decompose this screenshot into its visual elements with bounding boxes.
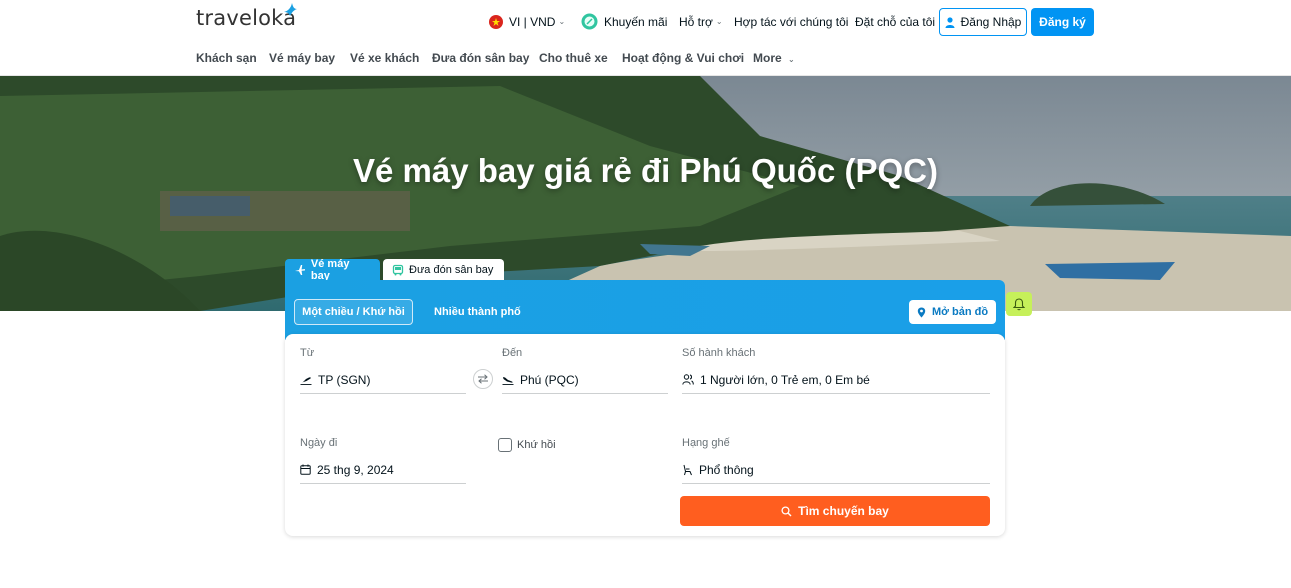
search-flights-label: Tìm chuyến bay [798, 504, 889, 518]
promotions-link[interactable]: Khuyến mãi [581, 8, 667, 35]
top-header: traveloka VI | VND ⌄ Khuyến mãi Hỗ trợ ⌄… [0, 0, 1291, 76]
user-icon [945, 16, 955, 28]
nav-item-airport-transfer[interactable]: Đưa đón sân bay [432, 51, 529, 67]
depart-date-label: Ngày đi [300, 437, 338, 449]
tab-airport-label: Đưa đón sân bay [409, 263, 494, 276]
to-label: Đến [502, 347, 523, 359]
partner-label: Hợp tác với chúng tôi [734, 14, 849, 29]
tab-flights[interactable]: Vé máy bay [285, 257, 380, 282]
register-button[interactable]: Đăng ký [1031, 8, 1094, 36]
support-menu[interactable]: Hỗ trợ ⌄ [679, 8, 723, 35]
return-label: Khứ hồi [517, 439, 556, 451]
hero-banner: Vé máy bay giá rẻ đi Phú Quốc (PQC) [0, 76, 1291, 311]
from-value: TP (SGN) [318, 372, 371, 387]
bird-logo-icon [284, 3, 297, 16]
seat-class-field[interactable]: Phổ thông [682, 456, 990, 484]
partner-link[interactable]: Hợp tác với chúng tôi [734, 8, 848, 35]
bookings-label: Đặt chỗ của tôi [855, 14, 936, 29]
chevron-down-icon: ⌄ [788, 55, 795, 64]
open-map-label: Mở bản đồ [931, 306, 989, 318]
departure-plane-icon [300, 376, 312, 385]
nav-item-bus[interactable]: Vé xe khách [350, 51, 419, 67]
from-label: Từ [300, 347, 315, 359]
to-value: Phú (PQC) [520, 372, 579, 387]
nav-item-flights[interactable]: Vé máy bay [269, 51, 335, 67]
to-field[interactable]: Phú (PQC) [502, 366, 668, 394]
nav-item-car-rental[interactable]: Cho thuê xe [539, 51, 608, 67]
oneway-roundtrip-button[interactable]: Một chiều / Khứ hồi [294, 299, 413, 325]
seat-class-label: Hạng ghế [682, 437, 730, 449]
tab-flights-label: Vé máy bay [310, 257, 350, 282]
multi-city-button[interactable]: Nhiều thành phố [434, 306, 521, 318]
chevron-down-icon: ⌄ [715, 17, 723, 26]
nav-item-hotels[interactable]: Khách sạn [196, 51, 257, 67]
swap-icon [478, 374, 488, 384]
locale-label: VI | VND [509, 14, 556, 29]
traveloka-logo[interactable]: traveloka [196, 3, 297, 30]
depart-date-value: 25 thg 9, 2024 [317, 462, 394, 477]
chevron-down-icon: ⌄ [558, 17, 566, 26]
seat-class-value: Phổ thông [699, 462, 754, 477]
from-field[interactable]: TP (SGN) [300, 366, 466, 394]
more-label: More [753, 51, 782, 65]
search-flights-button[interactable]: Tìm chuyến bay [680, 496, 990, 526]
passengers-value: 1 Người lớn, 0 Trẻ em, 0 Em bé [700, 372, 870, 387]
beach-background-image [0, 76, 1291, 311]
my-bookings-link[interactable]: Đặt chỗ của tôi [855, 8, 935, 35]
price-alert-button[interactable] [1006, 292, 1032, 316]
locale-selector[interactable]: VI | VND ⌄ [489, 8, 565, 35]
depart-date-field[interactable]: 25 thg 9, 2024 [300, 456, 466, 484]
return-checkbox[interactable] [498, 438, 512, 452]
passengers-label: Số hành khách [682, 347, 756, 359]
search-icon [781, 505, 792, 516]
promo-icon [581, 13, 598, 30]
hero-title: Vé máy bay giá rẻ đi Phú Quốc (PQC) [353, 152, 938, 189]
bell-icon [1013, 297, 1025, 310]
open-map-button[interactable]: Mở bản đồ [909, 300, 996, 324]
airport-transfer-icon [392, 264, 404, 275]
swap-airports-button[interactable] [473, 369, 493, 389]
nav-item-more[interactable]: More ⌄ [753, 51, 795, 67]
vietnam-flag-icon [489, 14, 503, 29]
map-pin-icon [917, 307, 926, 317]
airplane-icon [294, 264, 305, 275]
passengers-icon [682, 374, 694, 385]
promotions-label: Khuyến mãi [604, 14, 668, 29]
arrival-plane-icon [502, 376, 514, 385]
passengers-field[interactable]: 1 Người lớn, 0 Trẻ em, 0 Em bé [682, 366, 990, 394]
nav-item-activities[interactable]: Hoạt động & Vui chơi [622, 51, 744, 67]
seat-icon [683, 464, 692, 475]
tab-airport-transfer[interactable]: Đưa đón sân bay [383, 259, 504, 280]
support-label: Hỗ trợ [679, 14, 713, 29]
calendar-icon [300, 464, 311, 475]
login-button[interactable]: Đăng Nhập [939, 8, 1027, 36]
login-label: Đăng Nhập [960, 15, 1022, 29]
